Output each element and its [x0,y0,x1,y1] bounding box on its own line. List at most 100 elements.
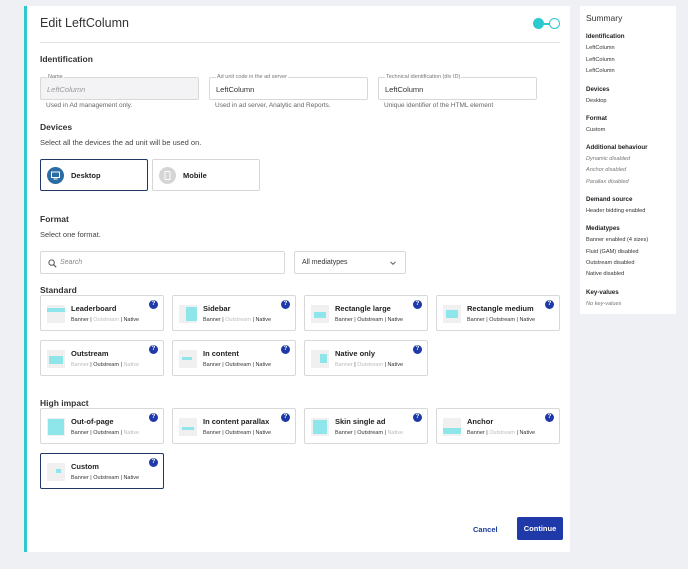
name-field-placeholder: LeftColumn [47,85,86,94]
format-thumbnail-icon [311,418,329,436]
format-card-mediatypes: Banner | Outstream | Native [467,430,536,436]
summary-mediatypes-value: Fluid (GAM) disabled [586,249,639,255]
format-card-mediatypes: Banner | Outstream | Native [71,430,140,436]
format-thumbnail-icon [311,305,329,323]
summary-devices-value: Desktop [586,98,607,104]
format-thumbnail-icon [179,350,197,368]
ad-unit-code-help: Used in ad server, Analytic and Reports. [215,102,331,109]
name-help: Used in Ad management only. [46,102,133,109]
format-card-mediatypes: Banner | Outstream | Native [335,317,404,323]
summary-format-value: Custom [586,127,606,133]
summary-devices-heading: Devices [586,86,610,93]
summary-mediatypes-value: Banner enabled (4 sizes) [586,237,649,243]
summary-additional-value: Anchor disabled [586,167,627,173]
help-icon[interactable]: ? [545,300,554,309]
format-card-rectangle-medium[interactable]: Rectangle medium Banner | Outstream | Nat… [436,295,560,331]
help-icon[interactable]: ? [149,458,158,467]
help-icon[interactable]: ? [281,413,290,422]
summary-additional-value: Parallax disabled [586,179,629,185]
format-card-skin-single-ad[interactable]: Skin single ad Banner | Outstream | Nativ… [304,408,428,444]
summary-keyvalues-value: No key-values [586,301,622,307]
format-card-name: In content [203,349,239,358]
format-thumbnail-icon [47,418,65,436]
name-field[interactable]: Name LeftColumn [40,73,199,100]
format-thumbnail-icon [47,350,65,368]
format-card-mediatypes: Banner | Outstream | Native [71,317,140,323]
format-thumbnail-icon [179,305,197,323]
device-desktop-button[interactable]: Desktop [40,159,148,191]
help-icon[interactable]: ? [413,345,422,354]
format-thumbnail-icon [443,418,461,436]
mediatype-select[interactable]: All mediatypes [294,251,406,274]
standard-heading: Standard [40,285,77,295]
mediatype-select-value: All mediatypes [302,259,348,266]
format-card-custom[interactable]: Custom Banner | Outstream | Native? [40,453,164,489]
technical-id-label: Technical identification (div ID) [385,73,462,81]
format-card-name: In content parallax [203,417,270,426]
help-icon[interactable]: ? [545,413,554,422]
summary-additional-value: Dynamic disabled [586,156,631,162]
format-card-name: Custom [71,462,99,471]
format-card-mediatypes: Banner | Outstream | Native [71,362,140,368]
desktop-icon [47,167,64,184]
format-thumbnail-icon [47,305,65,323]
help-icon[interactable]: ? [149,300,158,309]
search-input[interactable]: Search [40,251,285,274]
summary-identification-value: LeftColumn [586,45,615,51]
format-card-native-only[interactable]: Native only Banner | Outstream | Native? [304,340,428,376]
format-card-name: Out-of-page [71,417,114,426]
format-card-mediatypes: Banner | Outstream | Native [203,362,272,368]
format-card-anchor[interactable]: Anchor Banner | Outstream | Native? [436,408,560,444]
format-card-mediatypes: Banner | Outstream | Native [71,475,140,481]
format-thumbnail-icon [179,418,197,436]
summary-mediatypes-value: Native disabled [586,271,625,277]
help-icon[interactable]: ? [281,300,290,309]
page-title: Edit LeftColumn [40,16,129,30]
ad-unit-code-field[interactable]: Ad unit code in the ad server LeftColumn [209,73,368,100]
format-card-in-content-parallax[interactable]: In content parallax Banner | Outstream | … [172,408,296,444]
help-icon[interactable]: ? [149,413,158,422]
format-thumbnail-icon [443,305,461,323]
divider [40,42,560,43]
ad-unit-code-value: LeftColumn [216,85,255,94]
help-icon[interactable]: ? [281,345,290,354]
summary-format-heading: Format [586,115,607,122]
summary-identification-value: LeftColumn [586,57,615,63]
technical-id-field[interactable]: Technical identification (div ID) LeftCo… [378,73,537,100]
format-card-mediatypes: Banner | Outstream | Native [203,430,272,436]
identification-heading: Identification [40,54,93,64]
summary-demand-value: Header bidding enabled [586,208,646,214]
format-card-name: Outstream [71,349,109,358]
summary-mediatypes-value: Outstream disabled [586,260,635,266]
technical-id-value: LeftColumn [385,85,424,94]
ad-unit-code-label: Ad unit code in the ad server [216,73,289,81]
summary-panel: Summary Identification LeftColumn LeftCo… [580,6,676,314]
technical-id-help: Unique identifier of the HTML element [384,102,494,109]
help-icon[interactable]: ? [413,300,422,309]
format-subtitle: Select one format. [40,230,101,239]
help-icon[interactable]: ? [413,413,422,422]
format-card-name: Skin single ad [335,417,386,426]
format-card-rectangle-large[interactable]: Rectangle large Banner | Outstream | Nati… [304,295,428,331]
devices-heading: Devices [40,122,73,132]
mobile-icon [159,167,176,184]
format-card-sidebar[interactable]: Sidebar Banner | Outstream | Native? [172,295,296,331]
high-impact-heading: High impact [40,398,89,408]
summary-additional-heading: Additional behaviour [586,144,648,151]
format-thumbnail-icon [311,350,329,368]
cancel-button[interactable]: Cancel [473,525,498,534]
chevron-down-icon [390,261,396,266]
summary-identification-value: LeftColumn [586,68,615,74]
format-card-out-of-page[interactable]: Out-of-page Banner | Outstream | Native? [40,408,164,444]
format-card-name: Sidebar [203,304,231,313]
toggle-switch[interactable] [533,18,561,30]
format-card-outstream[interactable]: Outstream Banner | Outstream | Native? [40,340,164,376]
format-card-mediatypes: Banner | Outstream | Native [203,317,272,323]
continue-button[interactable]: Continue [517,517,563,540]
edit-panel: Edit LeftColumn Identification Name Left… [24,6,570,552]
help-icon[interactable]: ? [149,345,158,354]
format-card-leaderboard[interactable]: Leaderboard Banner | Outstream | Native? [40,295,164,331]
device-mobile-button[interactable]: Mobile [152,159,260,191]
format-card-in-content[interactable]: In content Banner | Outstream | Native? [172,340,296,376]
format-card-mediatypes: Banner | Outstream | Native [335,362,404,368]
